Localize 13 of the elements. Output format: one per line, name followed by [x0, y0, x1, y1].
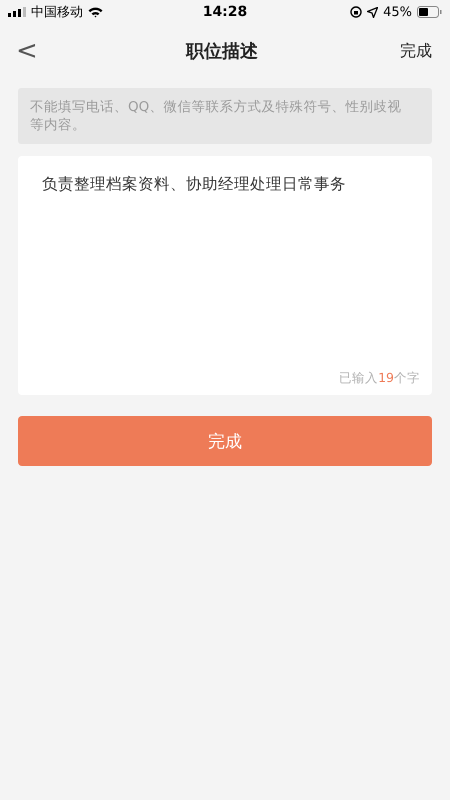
- rotation-lock-icon: [350, 6, 362, 18]
- wifi-icon: [88, 6, 103, 18]
- battery-icon: [416, 6, 442, 18]
- battery-percent: 45%: [383, 4, 412, 20]
- location-icon: [367, 6, 378, 18]
- carrier-name: 中国移动: [31, 4, 83, 21]
- page-title: 职位描述: [186, 40, 258, 63]
- notice-banner: 不能填写电话、QQ、微信等联系方式及特殊符号、性别歧视等内容。: [18, 88, 432, 144]
- back-button[interactable]: <: [12, 36, 72, 66]
- character-counter: 已输入19个字: [339, 370, 420, 387]
- clock-time: 14:28: [202, 4, 248, 20]
- signal-icon: [8, 7, 26, 17]
- done-button[interactable]: 完成: [372, 40, 432, 62]
